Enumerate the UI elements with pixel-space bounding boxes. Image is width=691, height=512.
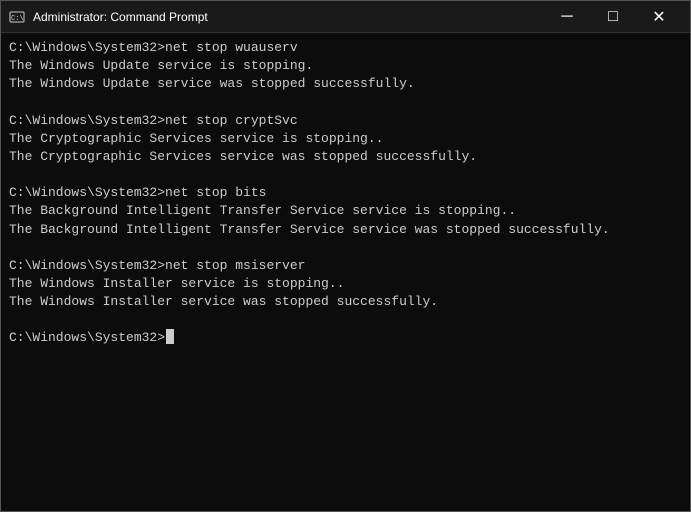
terminal-line: The Windows Installer service was stoppe… <box>9 293 682 311</box>
terminal-line: The Windows Update service was stopped s… <box>9 75 682 93</box>
maximize-button[interactable]: □ <box>590 1 636 33</box>
terminal-line: C:\Windows\System32>net stop wuauserv <box>9 39 682 57</box>
terminal-blank-line <box>9 311 682 329</box>
terminal-blank-line <box>9 94 682 112</box>
terminal-body[interactable]: C:\Windows\System32>net stop wuauservThe… <box>1 33 690 511</box>
terminal-blank-line <box>9 239 682 257</box>
terminal-line: The Windows Installer service is stoppin… <box>9 275 682 293</box>
title-bar: C:\ Administrator: Command Prompt ─ □ ✕ <box>1 1 690 33</box>
svg-text:C:\: C:\ <box>11 15 24 23</box>
terminal-line: The Windows Update service is stopping. <box>9 57 682 75</box>
terminal-cursor <box>166 329 174 344</box>
minimize-button[interactable]: ─ <box>544 1 590 33</box>
terminal-line: The Background Intelligent Transfer Serv… <box>9 221 682 239</box>
terminal-line: The Background Intelligent Transfer Serv… <box>9 202 682 220</box>
terminal-line: The Cryptographic Services service is st… <box>9 130 682 148</box>
window-controls: ─ □ ✕ <box>544 1 682 33</box>
terminal-line: C:\Windows\System32>net stop msiserver <box>9 257 682 275</box>
close-button[interactable]: ✕ <box>636 1 682 33</box>
terminal-blank-line <box>9 166 682 184</box>
terminal-line: The Cryptographic Services service was s… <box>9 148 682 166</box>
terminal-line: C:\Windows\System32>net stop bits <box>9 184 682 202</box>
app-icon: C:\ <box>9 9 25 25</box>
window: C:\ Administrator: Command Prompt ─ □ ✕ … <box>0 0 691 512</box>
window-title: Administrator: Command Prompt <box>33 10 544 24</box>
terminal-prompt-line: C:\Windows\System32> <box>9 329 682 347</box>
terminal-line: C:\Windows\System32>net stop cryptSvc <box>9 112 682 130</box>
